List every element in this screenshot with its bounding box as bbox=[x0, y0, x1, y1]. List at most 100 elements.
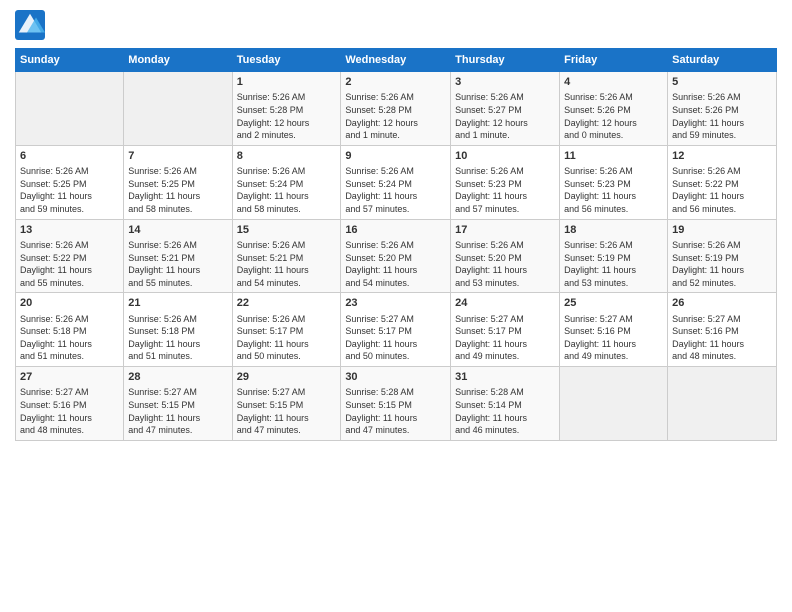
day-cell: 15Sunrise: 5:26 AM Sunset: 5:21 PM Dayli… bbox=[232, 219, 341, 293]
day-number: 12 bbox=[672, 149, 772, 164]
day-info: Sunrise: 5:26 AM Sunset: 5:24 PM Dayligh… bbox=[237, 165, 337, 215]
page: SundayMondayTuesdayWednesdayThursdayFrid… bbox=[0, 0, 792, 451]
logo bbox=[15, 10, 49, 40]
week-row-4: 20Sunrise: 5:26 AM Sunset: 5:18 PM Dayli… bbox=[16, 293, 777, 367]
day-cell: 14Sunrise: 5:26 AM Sunset: 5:21 PM Dayli… bbox=[124, 219, 232, 293]
day-info: Sunrise: 5:26 AM Sunset: 5:19 PM Dayligh… bbox=[672, 239, 772, 289]
day-number: 17 bbox=[455, 223, 555, 238]
day-cell: 31Sunrise: 5:28 AM Sunset: 5:14 PM Dayli… bbox=[451, 367, 560, 441]
day-cell: 16Sunrise: 5:26 AM Sunset: 5:20 PM Dayli… bbox=[341, 219, 451, 293]
day-number: 14 bbox=[128, 223, 227, 238]
day-info: Sunrise: 5:26 AM Sunset: 5:25 PM Dayligh… bbox=[20, 165, 119, 215]
day-cell bbox=[560, 367, 668, 441]
day-info: Sunrise: 5:26 AM Sunset: 5:26 PM Dayligh… bbox=[672, 91, 772, 141]
day-cell: 12Sunrise: 5:26 AM Sunset: 5:22 PM Dayli… bbox=[668, 145, 777, 219]
day-info: Sunrise: 5:27 AM Sunset: 5:17 PM Dayligh… bbox=[345, 313, 446, 363]
day-number: 21 bbox=[128, 296, 227, 311]
day-info: Sunrise: 5:27 AM Sunset: 5:15 PM Dayligh… bbox=[237, 386, 337, 436]
day-cell bbox=[16, 72, 124, 146]
day-number: 31 bbox=[455, 370, 555, 385]
day-info: Sunrise: 5:26 AM Sunset: 5:20 PM Dayligh… bbox=[345, 239, 446, 289]
day-info: Sunrise: 5:26 AM Sunset: 5:21 PM Dayligh… bbox=[237, 239, 337, 289]
day-cell: 17Sunrise: 5:26 AM Sunset: 5:20 PM Dayli… bbox=[451, 219, 560, 293]
day-cell bbox=[124, 72, 232, 146]
day-cell: 9Sunrise: 5:26 AM Sunset: 5:24 PM Daylig… bbox=[341, 145, 451, 219]
day-number: 1 bbox=[237, 75, 337, 90]
day-number: 27 bbox=[20, 370, 119, 385]
day-info: Sunrise: 5:27 AM Sunset: 5:16 PM Dayligh… bbox=[564, 313, 663, 363]
day-cell bbox=[668, 367, 777, 441]
day-header-tuesday: Tuesday bbox=[232, 49, 341, 72]
header bbox=[15, 10, 777, 40]
day-cell: 20Sunrise: 5:26 AM Sunset: 5:18 PM Dayli… bbox=[16, 293, 124, 367]
day-info: Sunrise: 5:28 AM Sunset: 5:14 PM Dayligh… bbox=[455, 386, 555, 436]
day-cell: 25 Sunrise: 5:27 AM Sunset: 5:16 PM Dayli… bbox=[560, 293, 668, 367]
day-info: Sunrise: 5:26 AM Sunset: 5:19 PM Dayligh… bbox=[564, 239, 663, 289]
day-cell: 29Sunrise: 5:27 AM Sunset: 5:15 PM Dayli… bbox=[232, 367, 341, 441]
day-info: Sunrise: 5:26 AM Sunset: 5:20 PM Dayligh… bbox=[455, 239, 555, 289]
day-info: Sunrise: 5:26 AM Sunset: 5:25 PM Dayligh… bbox=[128, 165, 227, 215]
day-number: 9 bbox=[345, 149, 446, 164]
week-row-2: 6Sunrise: 5:26 AM Sunset: 5:25 PM Daylig… bbox=[16, 145, 777, 219]
day-info: Sunrise: 5:26 AM Sunset: 5:22 PM Dayligh… bbox=[672, 165, 772, 215]
week-row-5: 27Sunrise: 5:27 AM Sunset: 5:16 PM Dayli… bbox=[16, 367, 777, 441]
day-cell: 4Sunrise: 5:26 AM Sunset: 5:26 PM Daylig… bbox=[560, 72, 668, 146]
day-cell: 22Sunrise: 5:26 AM Sunset: 5:17 PM Dayli… bbox=[232, 293, 341, 367]
day-info: Sunrise: 5:26 AM Sunset: 5:27 PM Dayligh… bbox=[455, 91, 555, 141]
week-row-3: 13Sunrise: 5:26 AM Sunset: 5:22 PM Dayli… bbox=[16, 219, 777, 293]
day-cell: 11Sunrise: 5:26 AM Sunset: 5:23 PM Dayli… bbox=[560, 145, 668, 219]
day-cell: 1Sunrise: 5:26 AM Sunset: 5:28 PM Daylig… bbox=[232, 72, 341, 146]
day-info: Sunrise: 5:26 AM Sunset: 5:23 PM Dayligh… bbox=[564, 165, 663, 215]
day-cell: 18Sunrise: 5:26 AM Sunset: 5:19 PM Dayli… bbox=[560, 219, 668, 293]
day-number: 2 bbox=[345, 75, 446, 90]
day-info: Sunrise: 5:26 AM Sunset: 5:26 PM Dayligh… bbox=[564, 91, 663, 141]
day-number: 26 bbox=[672, 296, 772, 311]
day-cell: 23Sunrise: 5:27 AM Sunset: 5:17 PM Dayli… bbox=[341, 293, 451, 367]
day-info: Sunrise: 5:27 AM Sunset: 5:16 PM Dayligh… bbox=[20, 386, 119, 436]
day-cell: 19Sunrise: 5:26 AM Sunset: 5:19 PM Dayli… bbox=[668, 219, 777, 293]
day-header-wednesday: Wednesday bbox=[341, 49, 451, 72]
day-info: Sunrise: 5:26 AM Sunset: 5:21 PM Dayligh… bbox=[128, 239, 227, 289]
day-info: Sunrise: 5:27 AM Sunset: 5:16 PM Dayligh… bbox=[672, 313, 772, 363]
day-cell: 27Sunrise: 5:27 AM Sunset: 5:16 PM Dayli… bbox=[16, 367, 124, 441]
day-cell: 24Sunrise: 5:27 AM Sunset: 5:17 PM Dayli… bbox=[451, 293, 560, 367]
day-number: 18 bbox=[564, 223, 663, 238]
day-header-sunday: Sunday bbox=[16, 49, 124, 72]
day-info: Sunrise: 5:26 AM Sunset: 5:28 PM Dayligh… bbox=[237, 91, 337, 141]
day-number: 16 bbox=[345, 223, 446, 238]
day-cell: 2Sunrise: 5:26 AM Sunset: 5:28 PM Daylig… bbox=[341, 72, 451, 146]
day-header-monday: Monday bbox=[124, 49, 232, 72]
day-cell: 10Sunrise: 5:26 AM Sunset: 5:23 PM Dayli… bbox=[451, 145, 560, 219]
day-cell: 21Sunrise: 5:26 AM Sunset: 5:18 PM Dayli… bbox=[124, 293, 232, 367]
day-cell: 7Sunrise: 5:26 AM Sunset: 5:25 PM Daylig… bbox=[124, 145, 232, 219]
day-cell: 8Sunrise: 5:26 AM Sunset: 5:24 PM Daylig… bbox=[232, 145, 341, 219]
day-cell: 5Sunrise: 5:26 AM Sunset: 5:26 PM Daylig… bbox=[668, 72, 777, 146]
day-number: 4 bbox=[564, 75, 663, 90]
day-number: 6 bbox=[20, 149, 119, 164]
calendar-table: SundayMondayTuesdayWednesdayThursdayFrid… bbox=[15, 48, 777, 441]
day-number: 19 bbox=[672, 223, 772, 238]
day-cell: 6Sunrise: 5:26 AM Sunset: 5:25 PM Daylig… bbox=[16, 145, 124, 219]
day-number: 24 bbox=[455, 296, 555, 311]
day-number: 25 bbox=[564, 296, 663, 311]
day-header-thursday: Thursday bbox=[451, 49, 560, 72]
day-info: Sunrise: 5:26 AM Sunset: 5:22 PM Dayligh… bbox=[20, 239, 119, 289]
header-row: SundayMondayTuesdayWednesdayThursdayFrid… bbox=[16, 49, 777, 72]
day-number: 20 bbox=[20, 296, 119, 311]
logo-icon bbox=[15, 10, 45, 40]
week-row-1: 1Sunrise: 5:26 AM Sunset: 5:28 PM Daylig… bbox=[16, 72, 777, 146]
day-number: 29 bbox=[237, 370, 337, 385]
day-cell: 3Sunrise: 5:26 AM Sunset: 5:27 PM Daylig… bbox=[451, 72, 560, 146]
day-number: 30 bbox=[345, 370, 446, 385]
day-number: 5 bbox=[672, 75, 772, 90]
day-cell: 13Sunrise: 5:26 AM Sunset: 5:22 PM Dayli… bbox=[16, 219, 124, 293]
day-number: 10 bbox=[455, 149, 555, 164]
day-number: 3 bbox=[455, 75, 555, 90]
day-info: Sunrise: 5:26 AM Sunset: 5:17 PM Dayligh… bbox=[237, 313, 337, 363]
day-number: 15 bbox=[237, 223, 337, 238]
day-header-friday: Friday bbox=[560, 49, 668, 72]
day-info: Sunrise: 5:27 AM Sunset: 5:15 PM Dayligh… bbox=[128, 386, 227, 436]
day-cell: 28Sunrise: 5:27 AM Sunset: 5:15 PM Dayli… bbox=[124, 367, 232, 441]
day-info: Sunrise: 5:28 AM Sunset: 5:15 PM Dayligh… bbox=[345, 386, 446, 436]
day-number: 13 bbox=[20, 223, 119, 238]
